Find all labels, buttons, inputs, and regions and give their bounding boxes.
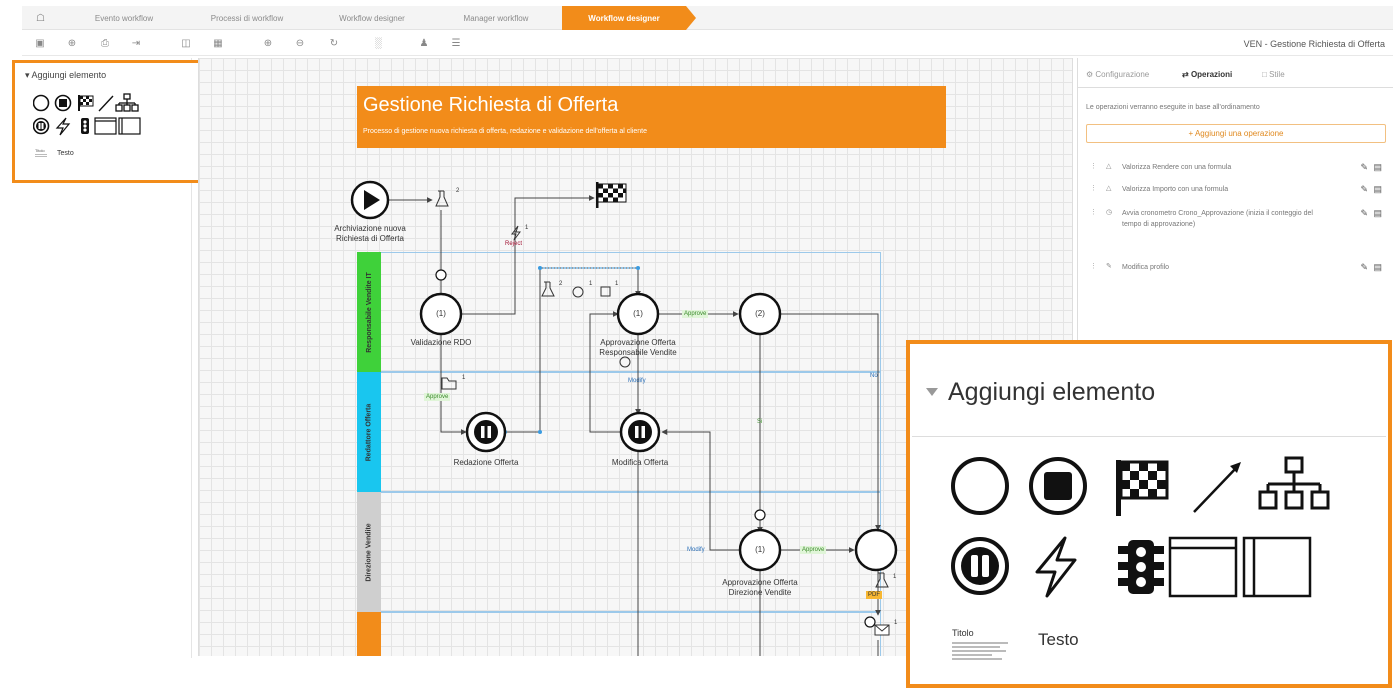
stopwatch-icon — [572, 286, 584, 298]
edit-icon[interactable]: ✎ — [1360, 162, 1368, 173]
add-operation-button[interactable]: + Aggiungi una operazione — [1086, 124, 1386, 143]
hierarchy-large-icon — [1258, 456, 1330, 510]
edit-icon[interactable]: ✎ — [1360, 208, 1368, 219]
edge-validation-to-draft — [440, 334, 467, 435]
tab-configuration-label: Configurazione — [1095, 70, 1150, 79]
folder-icon — [441, 377, 457, 390]
edit-icon[interactable]: ✎ — [1360, 184, 1368, 195]
formula-3-count: 1 — [893, 574, 897, 580]
director-node-label: Approvazione Offerta Direzione Vendite — [722, 578, 798, 597]
style-icon: □ — [1262, 70, 1267, 79]
tab-style-label: Stile — [1269, 70, 1285, 79]
operations-description: Le operazioni verranno eseguite in base … — [1086, 104, 1260, 111]
delete-icon[interactable]: ▤ — [1373, 184, 1382, 195]
tab-configuration[interactable]: ⚙ Configurazione — [1086, 70, 1149, 79]
draft-node-label: Redazione Offerta — [453, 458, 519, 467]
edge-modify-loop — [589, 311, 620, 433]
pause-marker-icon — [435, 269, 447, 281]
zoomed-palette-callout: Aggiungi elemento Titolo Testo — [906, 340, 1392, 688]
edge-modify-back — [661, 429, 740, 551]
stopwatch-small-icon — [619, 356, 631, 368]
zoomed-palette-title[interactable]: Aggiungi elemento — [948, 378, 1155, 407]
gateway-node — [854, 528, 898, 572]
drag-handle-icon[interactable]: ⋮ — [1090, 262, 1097, 270]
modify-label-1: Modify — [628, 378, 646, 384]
formula-icon: △ — [1106, 185, 1112, 192]
tab-style[interactable]: □ Stile — [1262, 70, 1285, 79]
start-event-large-icon — [951, 457, 1009, 515]
director-counter: (1) — [755, 545, 765, 554]
formula-marker-2-icon — [541, 281, 555, 297]
drag-handle-icon[interactable]: ⋮ — [1090, 162, 1097, 170]
lightning-count: 1 — [525, 225, 529, 231]
approval-counter: (1) — [633, 309, 643, 318]
approval-node-label: Approvazione Offerta Responsabile Vendit… — [599, 338, 677, 357]
tab-operations-label: Operazioni — [1190, 70, 1233, 79]
pause-marker-2-icon — [754, 509, 766, 521]
text-element-label[interactable]: Testo — [1038, 630, 1079, 650]
counter-node-value: (2) — [755, 309, 765, 318]
formula-icon: △ — [1106, 163, 1112, 170]
profile-edit-icon: ✎ — [1106, 263, 1112, 270]
config-icon: ⚙ — [1086, 70, 1094, 79]
finish-node — [596, 182, 627, 208]
modify-label-2: Modify — [687, 547, 705, 553]
approve-label-3: Approve — [800, 546, 827, 554]
formula-2-count: 2 — [559, 281, 563, 287]
delete-icon[interactable]: ▤ — [1373, 162, 1382, 173]
formula-icon — [435, 190, 449, 207]
reject-label: Reject — [505, 241, 523, 247]
edge-reject-to-finish — [461, 195, 595, 315]
lane-horizontal-large-icon — [1168, 536, 1238, 598]
lightning-marker-icon — [511, 225, 521, 241]
stopwatch-count: 1 — [589, 281, 593, 287]
mail-count: 1 — [894, 620, 898, 626]
pause-marker-3-icon — [864, 616, 876, 628]
title-element-preview — [952, 642, 1008, 662]
validation-counter: (1) — [436, 309, 446, 318]
approve-label-1: Approve — [424, 393, 451, 401]
operation-label: Valorizza Rendere con una formula — [1122, 164, 1232, 171]
traffic-light-large-icon — [1118, 540, 1164, 594]
approve-label-2: Approve — [682, 310, 709, 318]
pdf-label: PDF — [866, 591, 882, 599]
operation-label: Modifica profilo — [1122, 264, 1170, 271]
drag-handle-icon[interactable]: ⋮ — [1090, 208, 1097, 216]
divider — [912, 436, 1386, 437]
tab-operations[interactable]: ⇄ Operazioni — [1182, 70, 1232, 79]
edit-marker-icon — [600, 286, 611, 297]
stop-event-large-icon — [1029, 457, 1087, 515]
start-node-label: Archiviazione nuova Richiesta di Offerta — [334, 224, 406, 243]
si-label: Si — [757, 419, 763, 425]
delete-icon[interactable]: ▤ — [1373, 262, 1382, 273]
stopwatch-icon: ◷ — [1106, 209, 1113, 216]
edit-icon[interactable]: ✎ — [1360, 262, 1368, 273]
lightning-large-icon — [1035, 536, 1077, 598]
edge-no-down — [780, 313, 881, 531]
validation-node-label: Validazione RDO — [410, 338, 472, 347]
finish-flag-large-icon — [1116, 460, 1169, 516]
app: ☖ Evento workflow Processi di workflow W… — [0, 0, 1393, 689]
edit-count: 1 — [615, 281, 619, 287]
zoomed-element-palette — [951, 456, 1330, 598]
formula-count: 2 — [456, 188, 460, 194]
operations-icon: ⇄ — [1182, 70, 1189, 79]
operation-label: Avvia cronometro Crono_Approvazione (ini… — [1122, 210, 1313, 228]
lane-vertical-large-icon — [1242, 536, 1312, 598]
document-title: VEN - Gestione Richiesta di Offerta — [1243, 39, 1385, 49]
connector-large-icon — [1193, 462, 1241, 513]
pause-event-large-icon — [951, 537, 1009, 595]
modify-node-label: Modifica Offerta — [611, 458, 669, 467]
no-label: No — [870, 373, 878, 379]
title-element-label[interactable]: Titolo — [952, 628, 974, 638]
caret-down-icon[interactable] — [926, 388, 938, 396]
delete-icon[interactable]: ▤ — [1373, 208, 1382, 219]
drag-handle-icon[interactable]: ⋮ — [1090, 184, 1097, 192]
folder-count: 1 — [462, 375, 466, 381]
operation-label: Valorizza Importo con una formula — [1122, 186, 1229, 193]
properties-tabs: ⚙ Configurazione ⇄ Operazioni □ Stile — [1078, 64, 1393, 88]
